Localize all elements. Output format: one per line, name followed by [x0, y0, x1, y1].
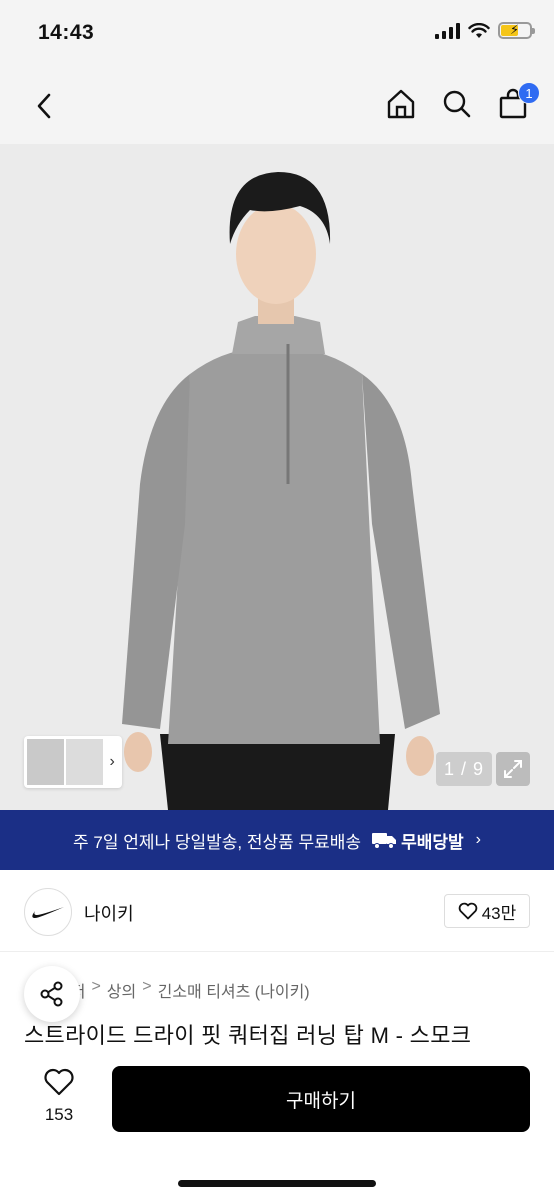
buy-button[interactable]: 구매하기 [112, 1066, 530, 1132]
heart-icon [458, 902, 478, 920]
breadcrumb-item[interactable]: 상의 [107, 978, 136, 1002]
battery-icon: ⚡ [498, 22, 535, 39]
breadcrumb-item[interactable]: 긴소매 티셔츠 (나이키) [158, 978, 310, 1002]
breadcrumb-separator: > [142, 978, 152, 995]
delivery-banner[interactable]: 주 7일 언제나 당일발송, 전상품 무료배송 무배당발 › [0, 810, 554, 870]
thumbnail-strip[interactable]: › [24, 736, 122, 788]
delivery-banner-text: 주 7일 언제나 당일발송, 전상품 무료배송 [73, 832, 362, 852]
product-title: 스트라이드 드라이 핏 쿼터집 러닝 탑 M - 스모크 [24, 1023, 472, 1048]
product-image[interactable]: › 1 / 9 [0, 144, 554, 810]
nav-actions: 1 [384, 82, 540, 122]
share-button[interactable] [24, 966, 80, 1022]
cart-count-badge: 1 [518, 82, 540, 104]
brand-name[interactable]: 나이키 [84, 900, 134, 926]
breadcrumb: 레저 > 상의 > 긴소매 티셔츠 (나이키) [56, 978, 310, 1002]
brand-row: 나이키 43만 [0, 870, 554, 952]
status-bar: 14:43 ⚡ [0, 0, 554, 70]
delivery-truck-icon [372, 833, 397, 849]
wifi-icon [468, 22, 490, 38]
home-indicator [178, 1180, 376, 1187]
breadcrumb-separator: > [91, 978, 101, 995]
wishlist-count: 153 [44, 1105, 74, 1124]
signal-icon [435, 22, 460, 39]
chevron-left-icon [37, 93, 51, 119]
share-icon [40, 981, 63, 1007]
expand-button[interactable] [496, 752, 530, 786]
thumbnail-next-icon[interactable]: › [105, 753, 119, 771]
search-button[interactable] [440, 86, 474, 122]
product-photo [0, 144, 554, 810]
heart-icon [44, 1068, 74, 1096]
expand-icon [504, 760, 522, 778]
image-counter: 1 / 9 [436, 752, 492, 786]
brand-like-button[interactable]: 43만 [444, 894, 530, 928]
chevron-right-icon: › [475, 831, 481, 848]
status-icons: ⚡ [435, 22, 535, 39]
nav-bar: 1 [0, 70, 554, 144]
status-time: 14:43 [38, 21, 95, 44]
home-icon [387, 89, 415, 119]
delivery-service-name: 무배당발 [401, 832, 464, 852]
nike-swoosh-icon [32, 907, 64, 918]
thumbnail-1[interactable] [27, 739, 65, 785]
delivery-service-logo: 무배당발 [371, 828, 464, 853]
bottom-action-bar: 153 구매하기 [0, 1048, 554, 1200]
search-icon [443, 90, 471, 118]
cart-button[interactable]: 1 [496, 82, 540, 122]
back-button[interactable] [26, 88, 62, 124]
thumbnail-2[interactable] [66, 739, 104, 785]
brand-logo[interactable] [24, 888, 72, 936]
wishlist-button[interactable]: 153 [34, 1068, 84, 1125]
home-button[interactable] [384, 86, 418, 122]
brand-like-count: 43만 [481, 903, 517, 923]
